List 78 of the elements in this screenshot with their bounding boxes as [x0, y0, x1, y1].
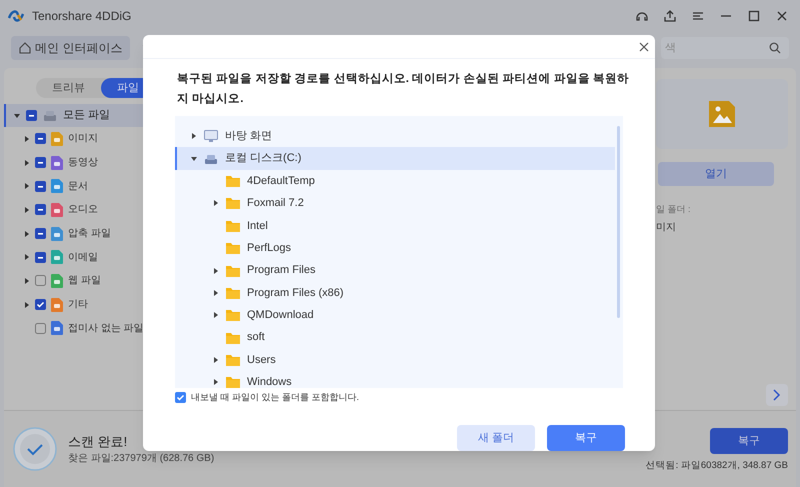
folder-icon — [226, 264, 240, 277]
file-type-icon — [51, 250, 63, 264]
tree-item[interactable]: Foxmail 7.2 — [175, 192, 623, 215]
sidebar-item[interactable]: 웹 파일 — [4, 269, 154, 293]
file-type-icon — [51, 202, 63, 217]
sidebar-item[interactable]: 동영상 — [4, 150, 154, 174]
folder-icon — [226, 174, 240, 187]
checkbox[interactable] — [35, 275, 46, 286]
tree-item[interactable]: Intel — [175, 214, 623, 237]
file-type-icon — [51, 321, 63, 336]
file-type-icon — [51, 274, 63, 288]
tree-item[interactable]: Program Files — [175, 259, 623, 282]
sidebar-item[interactable]: 이메일 — [4, 245, 154, 270]
scan-status: 스캔 완료! — [68, 432, 128, 451]
include-folder-label: 내보낼 때 파일이 있는 폴더를 포함합니다. — [191, 390, 360, 404]
found-files-text: 찾은 파일:237979개 (628.76 GB) — [68, 452, 214, 466]
sidebar-item[interactable]: 접미사 없는 파일 — [4, 316, 154, 340]
share-icon[interactable] — [663, 9, 677, 23]
checkbox[interactable] — [35, 157, 46, 168]
drive-icon — [204, 152, 218, 165]
next-button[interactable] — [766, 384, 788, 406]
chevron-right-icon — [773, 389, 781, 401]
tree-item[interactable]: PerfLogs — [175, 236, 623, 260]
home-button[interactable]: 메인 인터페이스 — [11, 36, 130, 60]
checkbox[interactable] — [35, 204, 46, 216]
checkbox[interactable] — [35, 180, 46, 192]
maximize-icon[interactable] — [747, 9, 761, 23]
folder-icon — [226, 220, 240, 232]
window-title: Tenorshare 4DDiG — [32, 8, 132, 25]
checkbox[interactable] — [175, 392, 186, 403]
folder-icon — [226, 309, 240, 322]
checkbox[interactable] — [35, 322, 46, 334]
sidebar-item[interactable]: 압축 파일 — [4, 222, 154, 246]
checkbox[interactable] — [35, 252, 46, 263]
close-icon[interactable] — [639, 42, 649, 52]
checkbox[interactable] — [35, 228, 46, 240]
file-type-icon — [51, 298, 63, 312]
folder-icon — [226, 376, 240, 388]
sidebar-item[interactable]: 이미지 — [4, 127, 154, 151]
recover-button[interactable]: 복구 — [547, 425, 625, 451]
home-icon — [19, 42, 31, 54]
tree-item[interactable]: 로컬 디스크(C:) — [175, 147, 615, 170]
sidebar-item[interactable]: 기타 — [4, 292, 154, 316]
folder-label: 일 폴더 : — [656, 203, 692, 216]
drive-icon — [43, 110, 57, 122]
tree-item[interactable]: 바탕 화면 — [175, 125, 615, 148]
tree-item[interactable]: QMDownload — [175, 304, 623, 327]
file-type-icon — [51, 132, 63, 146]
folder-icon — [226, 332, 240, 344]
image-file-icon — [707, 99, 737, 129]
folder-value: 미지 — [656, 220, 677, 234]
file-type-icon — [51, 226, 63, 241]
close-icon[interactable] — [775, 9, 789, 23]
tree-item[interactable]: soft — [175, 326, 623, 349]
scan-complete-icon — [12, 426, 58, 472]
tree-item[interactable]: Users — [175, 348, 623, 372]
tree-item[interactable]: Windows — [175, 371, 623, 388]
folder-icon — [226, 354, 240, 366]
checkbox[interactable] — [35, 133, 46, 144]
selected-files-text: 선택됨: 파일60382개, 348.87 GB — [646, 459, 788, 474]
monitor-icon — [204, 130, 218, 142]
file-type-icon — [51, 156, 63, 170]
tree-item[interactable]: Program Files (x86) — [175, 282, 623, 304]
new-folder-button[interactable]: 새 폴더 — [457, 425, 535, 451]
dialog-message: 복구된 파일을 저장할 경로를 선택하십시오. 데이터가 손실된 파티션에 파일을 복원하지 마십시오. — [176, 72, 630, 107]
folder-icon — [226, 197, 240, 210]
file-type-icon — [51, 179, 63, 194]
app-logo-icon — [8, 9, 24, 23]
sidebar-item[interactable]: 오디오 — [4, 198, 154, 222]
recover-button[interactable]: 복구 — [710, 428, 788, 454]
folder-icon — [226, 286, 240, 299]
checkbox[interactable] — [26, 110, 37, 121]
sidebar-item[interactable]: 문서 — [4, 174, 154, 198]
tree-item[interactable]: 4DefaultTemp — [175, 170, 623, 192]
checkbox[interactable] — [35, 299, 46, 310]
search-icon — [769, 42, 781, 54]
folder-icon — [226, 242, 240, 254]
view-tab[interactable]: 트리뷰 — [36, 78, 101, 98]
